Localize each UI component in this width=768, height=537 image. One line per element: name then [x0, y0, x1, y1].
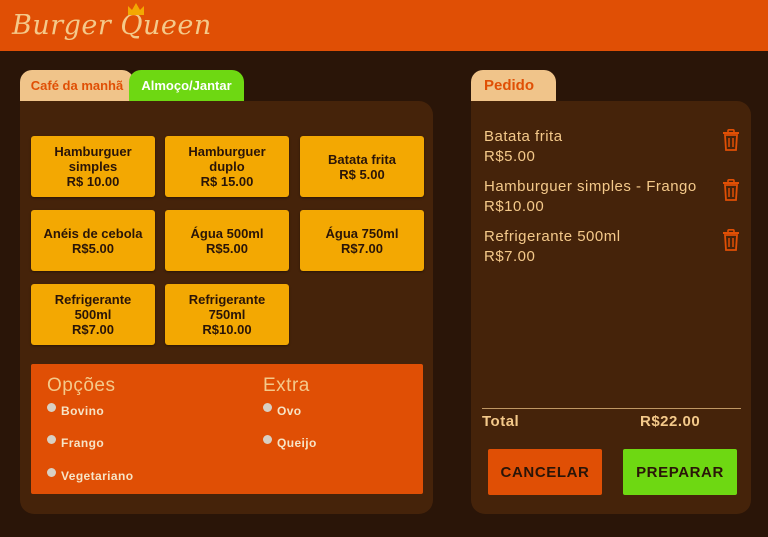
trash-icon[interactable]	[722, 129, 740, 151]
extra-queijo-radio[interactable]: Queijo	[263, 434, 317, 450]
menu-item-name: Água 500ml	[190, 225, 264, 241]
menu-item[interactable]: Água 750ml R$7.00	[300, 210, 424, 271]
menu-item-name: Hamburguer duplo	[188, 144, 266, 174]
menu-item-name: Refrigerante 500ml	[54, 292, 132, 322]
trash-icon[interactable]	[722, 229, 740, 251]
menu-item-price: R$ 15.00	[200, 174, 254, 189]
menu-item-name: Refrigerante 750ml	[188, 292, 266, 322]
menu-item-price: R$ 10.00	[66, 174, 120, 189]
radio-dot	[47, 434, 56, 444]
order-item-price: R$5.00	[484, 148, 536, 165]
menu-item[interactable]: Hamburguer simples R$ 10.00	[31, 136, 155, 197]
menu-item[interactable]: Batata frita R$ 5.00	[300, 136, 424, 197]
menu-item-price: R$10.00	[202, 322, 252, 337]
order-item-name: Hamburguer simples - Frango	[484, 178, 697, 195]
extra-label: Ovo	[277, 404, 302, 418]
menu-item-name: Água 750ml	[325, 225, 399, 241]
tab-lunch-dinner[interactable]: Almoço/Jantar	[129, 70, 244, 104]
tab-breakfast[interactable]: Café da manhã	[20, 70, 134, 104]
option-vegetariano-radio[interactable]: Vegetariano	[47, 467, 134, 483]
order-item: Refrigerante 500ml R$7.00	[484, 227, 621, 267]
menu-item-name: Anéis de cebola	[43, 225, 143, 241]
order-item-price: R$7.00	[484, 248, 536, 265]
trash-icon[interactable]	[722, 179, 740, 201]
order-item-price: R$10.00	[484, 198, 545, 215]
option-label: Frango	[61, 436, 105, 450]
menu-item-name: Hamburguer simples	[54, 144, 132, 174]
menu-item-price: R$ 5.00	[339, 166, 385, 182]
extra-ovo-radio[interactable]: Ovo	[263, 402, 302, 418]
options-panel: Opções Bovino Frango Vegetariano Extra O…	[31, 364, 423, 494]
menu-item-price: R$5.00	[206, 240, 248, 256]
extra-title: Extra	[263, 375, 310, 396]
order-item-name: Refrigerante 500ml	[484, 228, 621, 245]
menu-item[interactable]: Refrigerante 500ml R$7.00	[31, 284, 155, 345]
total-value: R$22.00	[640, 413, 701, 430]
order-item-name: Batata frita	[484, 128, 563, 145]
order-tab: Pedido	[471, 70, 556, 104]
app-header: Burger Queen	[0, 0, 768, 51]
radio-dot	[263, 434, 272, 444]
total-divider	[482, 408, 741, 409]
menu-item[interactable]: Hamburguer duplo R$ 15.00	[165, 136, 289, 197]
crown-icon	[128, 3, 144, 15]
option-label: Bovino	[61, 404, 105, 418]
order-panel: Batata frita R$5.00 Hamburguer simples -…	[471, 101, 751, 514]
menu-item[interactable]: Água 500ml R$5.00	[165, 210, 289, 271]
order-item: Batata frita R$5.00	[484, 127, 563, 167]
radio-dot	[263, 402, 272, 412]
menu-item[interactable]: Refrigerante 750ml R$10.00	[165, 284, 289, 345]
cancel-button[interactable]: CANCELAR	[488, 449, 602, 495]
menu-item-price: R$7.00	[341, 240, 383, 256]
options-title: Opções	[47, 375, 116, 396]
option-frango-radio[interactable]: Frango	[47, 434, 105, 450]
brand-logo: Burger Queen	[12, 10, 212, 41]
prepare-button[interactable]: PREPARAR	[623, 449, 737, 495]
menu-item-price: R$5.00	[72, 240, 114, 256]
extra-label: Queijo	[277, 436, 317, 450]
menu-item-price: R$7.00	[72, 322, 114, 337]
radio-dot	[47, 467, 56, 477]
option-label: Vegetariano	[61, 469, 134, 483]
menu-item-name: Batata frita	[328, 151, 396, 167]
menu-item[interactable]: Anéis de cebola R$5.00	[31, 210, 155, 271]
total-label: Total	[482, 413, 520, 430]
radio-dot	[47, 402, 56, 412]
option-bovino-radio[interactable]: Bovino	[47, 402, 105, 418]
order-item: Hamburguer simples - Frango R$10.00	[484, 177, 697, 217]
